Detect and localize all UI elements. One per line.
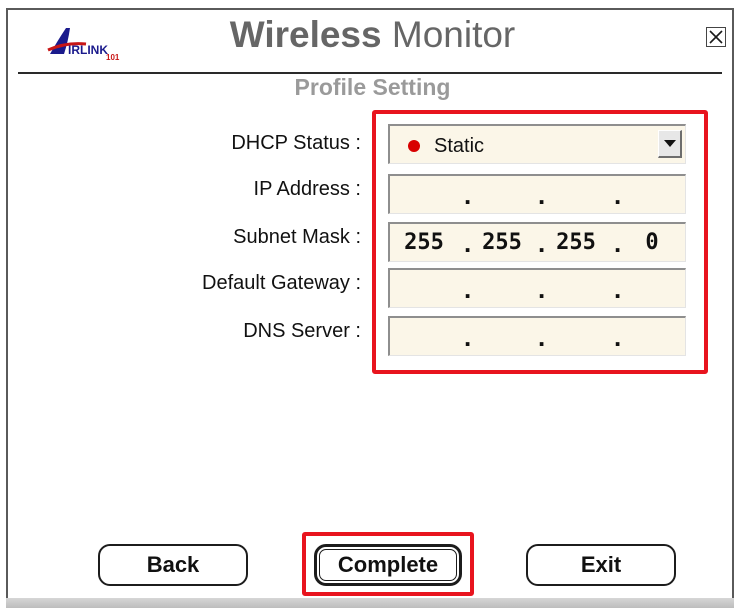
status-dot-icon	[408, 140, 420, 152]
subnet-mask-field[interactable]: 255 . 255 . 255 . 0	[388, 222, 686, 262]
default-gateway-label: Default Gateway :	[202, 272, 361, 294]
gateway-octet-2[interactable]	[472, 270, 532, 308]
subnet-octet-3[interactable]: 255	[546, 224, 606, 262]
subnet-mask-label: Subnet Mask :	[233, 226, 361, 248]
subnet-separator: .	[614, 228, 622, 258]
subnet-separator: .	[538, 228, 546, 258]
close-icon	[709, 30, 723, 44]
dns-separator: .	[614, 322, 622, 352]
ip-octet-1[interactable]	[394, 176, 454, 214]
subnet-octet-2[interactable]: 255	[472, 224, 532, 262]
dhcp-status-select[interactable]: Static	[388, 124, 686, 164]
subnet-octet-4[interactable]: 0	[622, 224, 682, 262]
ip-octet-2[interactable]	[472, 176, 532, 214]
dns-separator: .	[464, 322, 472, 352]
gateway-separator: .	[464, 274, 472, 304]
chevron-down-icon	[663, 139, 676, 147]
dropdown-button[interactable]	[658, 130, 682, 158]
gateway-octet-3[interactable]	[546, 270, 606, 308]
bottom-strip	[6, 598, 734, 608]
app-title-bold: Wireless	[229, 14, 382, 55]
page-subtitle: Profile Setting	[294, 74, 451, 100]
gateway-octet-4[interactable]	[622, 270, 682, 308]
ip-address-field[interactable]: . . .	[388, 174, 686, 214]
back-button[interactable]: Back	[98, 544, 248, 586]
ip-separator: .	[464, 180, 472, 210]
app-title-light: Monitor	[391, 14, 516, 55]
exit-button[interactable]: Exit	[526, 544, 676, 586]
gateway-octet-1[interactable]	[394, 270, 454, 308]
dhcp-status-value: Static	[434, 135, 485, 157]
dns-octet-4[interactable]	[622, 318, 682, 356]
gateway-separator: .	[614, 274, 622, 304]
subnet-separator: .	[464, 228, 472, 258]
ip-octet-3[interactable]	[546, 176, 606, 214]
close-button[interactable]	[706, 27, 726, 47]
dns-octet-3[interactable]	[546, 318, 606, 356]
ip-separator: .	[538, 180, 546, 210]
gateway-separator: .	[538, 274, 546, 304]
default-gateway-field[interactable]: . . .	[388, 268, 686, 308]
subnet-octet-1[interactable]: 255	[394, 224, 454, 262]
dns-octet-1[interactable]	[394, 318, 454, 356]
dns-server-label: DNS Server :	[243, 320, 361, 342]
app-title: Wireless Monitor	[0, 14, 745, 56]
dns-octet-2[interactable]	[472, 318, 532, 356]
dhcp-status-label: DHCP Status :	[231, 132, 361, 154]
ip-octet-4[interactable]	[622, 176, 682, 214]
dns-server-field[interactable]: . . .	[388, 316, 686, 356]
ip-address-label: IP Address :	[253, 178, 361, 200]
complete-button[interactable]: Complete	[314, 544, 462, 586]
ip-separator: .	[614, 180, 622, 210]
dns-separator: .	[538, 322, 546, 352]
